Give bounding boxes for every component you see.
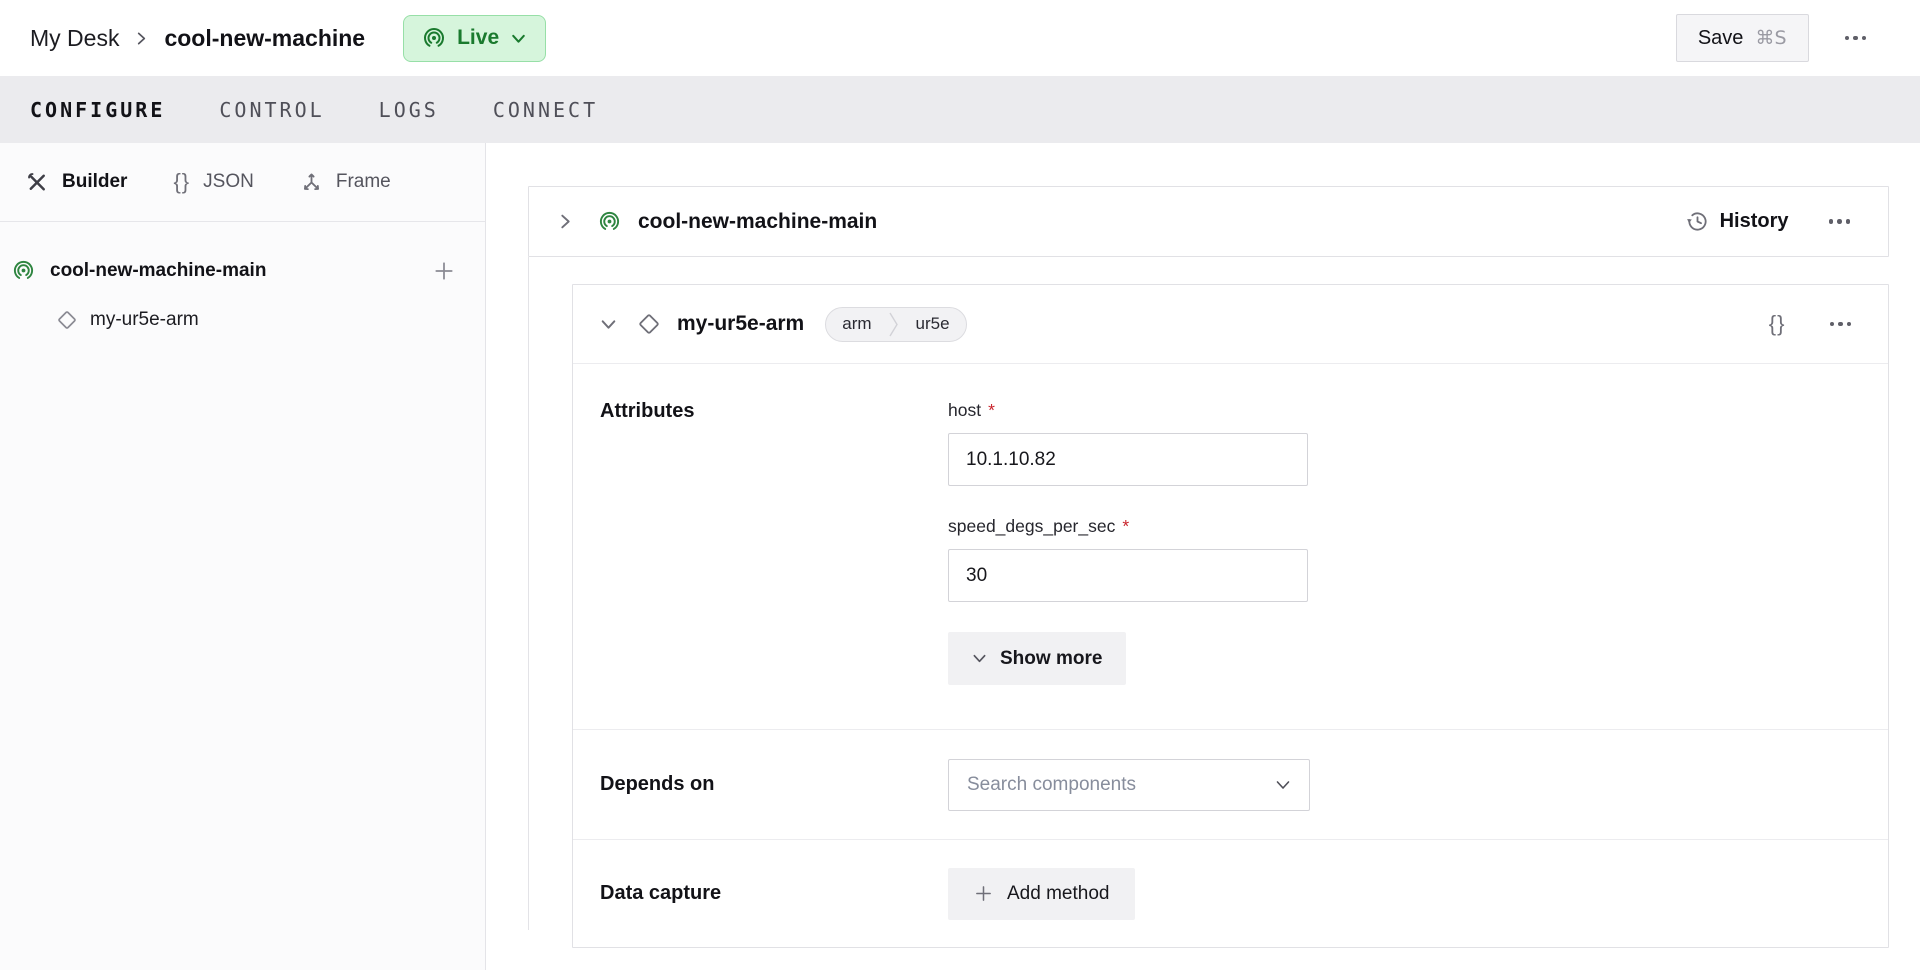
mode-tab-label: Builder bbox=[62, 171, 127, 193]
header-menu-button[interactable] bbox=[1835, 26, 1877, 51]
component-card: my-ur5e-arm arm ur5e {} Attributes bbox=[572, 284, 1889, 948]
machine-tree: cool-new-machine-main my-ur5e-arm bbox=[0, 222, 485, 344]
part-menu-button[interactable] bbox=[1819, 209, 1861, 234]
attributes-fields: host * speed_degs_per_sec * bbox=[948, 400, 1308, 685]
tree-item-machine-part[interactable]: cool-new-machine-main bbox=[12, 246, 485, 295]
machine-part-card: cool-new-machine-main History bbox=[528, 186, 1889, 257]
tab-control[interactable]: CONTROL bbox=[219, 98, 324, 122]
add-component-button[interactable] bbox=[433, 260, 455, 282]
tools-icon bbox=[26, 171, 49, 194]
show-more-label: Show more bbox=[1000, 648, 1102, 670]
braces-icon: {} bbox=[173, 169, 190, 195]
chevron-right-icon bbox=[888, 308, 900, 341]
tab-connect[interactable]: CONNECT bbox=[493, 98, 598, 122]
mode-tab-label: JSON bbox=[203, 171, 254, 193]
data-capture-section: Data capture Add method bbox=[573, 839, 1888, 947]
page-title: cool-new-machine bbox=[164, 25, 365, 52]
breadcrumb: My Desk cool-new-machine bbox=[30, 25, 365, 52]
tree-item-label: cool-new-machine-main bbox=[50, 260, 266, 282]
field-host: host * bbox=[948, 400, 1308, 486]
tag-model: ur5e bbox=[900, 308, 966, 341]
history-icon bbox=[1686, 210, 1709, 233]
chevron-right-icon bbox=[134, 31, 149, 46]
status-label: Live bbox=[457, 26, 499, 50]
mode-tab-json[interactable]: {} JSON bbox=[173, 169, 253, 195]
app-header: My Desk cool-new-machine Live Save ⌘S bbox=[0, 0, 1920, 76]
depends-on-section: Depends on Search components bbox=[573, 729, 1888, 839]
save-shortcut: ⌘S bbox=[1755, 27, 1786, 49]
header-actions: Save ⌘S bbox=[1676, 14, 1890, 62]
host-field-label: host bbox=[948, 400, 981, 421]
component-type-tags: arm ur5e bbox=[825, 307, 966, 342]
mode-tab-label: Frame bbox=[336, 171, 391, 193]
sidebar-mode-tabs: Builder {} JSON Frame bbox=[0, 143, 485, 222]
chevron-down-icon bbox=[510, 30, 527, 47]
machine-status-badge[interactable]: Live bbox=[403, 15, 546, 62]
add-method-label: Add method bbox=[1007, 883, 1109, 905]
part-card-title: cool-new-machine-main bbox=[638, 210, 877, 234]
component-diamond-icon bbox=[638, 313, 660, 335]
component-title: my-ur5e-arm bbox=[677, 312, 804, 336]
tree-item-component[interactable]: my-ur5e-arm bbox=[12, 295, 485, 344]
attributes-section: Attributes host * speed_degs_per_sec * bbox=[573, 363, 1888, 729]
select-placeholder: Search components bbox=[967, 774, 1136, 796]
tree-item-label: my-ur5e-arm bbox=[90, 309, 199, 331]
collapse-component-button[interactable] bbox=[600, 316, 617, 333]
tree-guide-line bbox=[528, 257, 529, 930]
mode-tab-builder[interactable]: Builder bbox=[26, 171, 127, 194]
show-more-button[interactable]: Show more bbox=[948, 632, 1126, 685]
required-asterisk: * bbox=[988, 400, 995, 421]
chevron-down-icon bbox=[972, 651, 987, 666]
configure-sidebar: Builder {} JSON Frame bbox=[0, 143, 486, 970]
machine-part-icon bbox=[598, 210, 621, 233]
configure-main-panel: cool-new-machine-main History bbox=[486, 143, 1920, 970]
save-label: Save bbox=[1698, 27, 1744, 50]
history-button[interactable]: History bbox=[1686, 210, 1789, 233]
speed-input[interactable] bbox=[948, 549, 1308, 602]
chevron-down-icon bbox=[1275, 777, 1291, 793]
tab-logs[interactable]: LOGS bbox=[379, 98, 439, 122]
breadcrumb-parent-link[interactable]: My Desk bbox=[30, 25, 119, 52]
host-input[interactable] bbox=[948, 433, 1308, 486]
history-label: History bbox=[1720, 210, 1789, 233]
tab-configure[interactable]: CONFIGURE bbox=[30, 98, 165, 122]
attributes-section-label: Attributes bbox=[600, 400, 948, 685]
depends-on-label: Depends on bbox=[600, 773, 948, 796]
machine-live-icon bbox=[422, 26, 446, 50]
required-asterisk: * bbox=[1122, 516, 1129, 537]
edit-json-icon[interactable]: {} bbox=[1769, 311, 1786, 337]
data-capture-label: Data capture bbox=[600, 882, 948, 905]
component-card-header: my-ur5e-arm arm ur5e {} bbox=[573, 285, 1888, 363]
speed-field-label: speed_degs_per_sec bbox=[948, 516, 1115, 537]
expand-part-button[interactable] bbox=[557, 213, 574, 230]
machine-part-icon bbox=[12, 259, 35, 282]
component-diamond-icon bbox=[57, 310, 77, 330]
depends-on-select[interactable]: Search components bbox=[948, 759, 1310, 811]
field-speed: speed_degs_per_sec * bbox=[948, 516, 1308, 602]
add-method-button[interactable]: Add method bbox=[948, 868, 1135, 920]
frame-axes-icon bbox=[300, 171, 323, 194]
mode-tab-frame[interactable]: Frame bbox=[300, 171, 391, 194]
save-button[interactable]: Save ⌘S bbox=[1676, 14, 1809, 62]
tag-type: arm bbox=[826, 308, 887, 341]
component-menu-button[interactable] bbox=[1820, 312, 1862, 337]
plus-icon bbox=[974, 884, 993, 903]
primary-tab-bar: CONFIGURE CONTROL LOGS CONNECT bbox=[0, 76, 1920, 143]
